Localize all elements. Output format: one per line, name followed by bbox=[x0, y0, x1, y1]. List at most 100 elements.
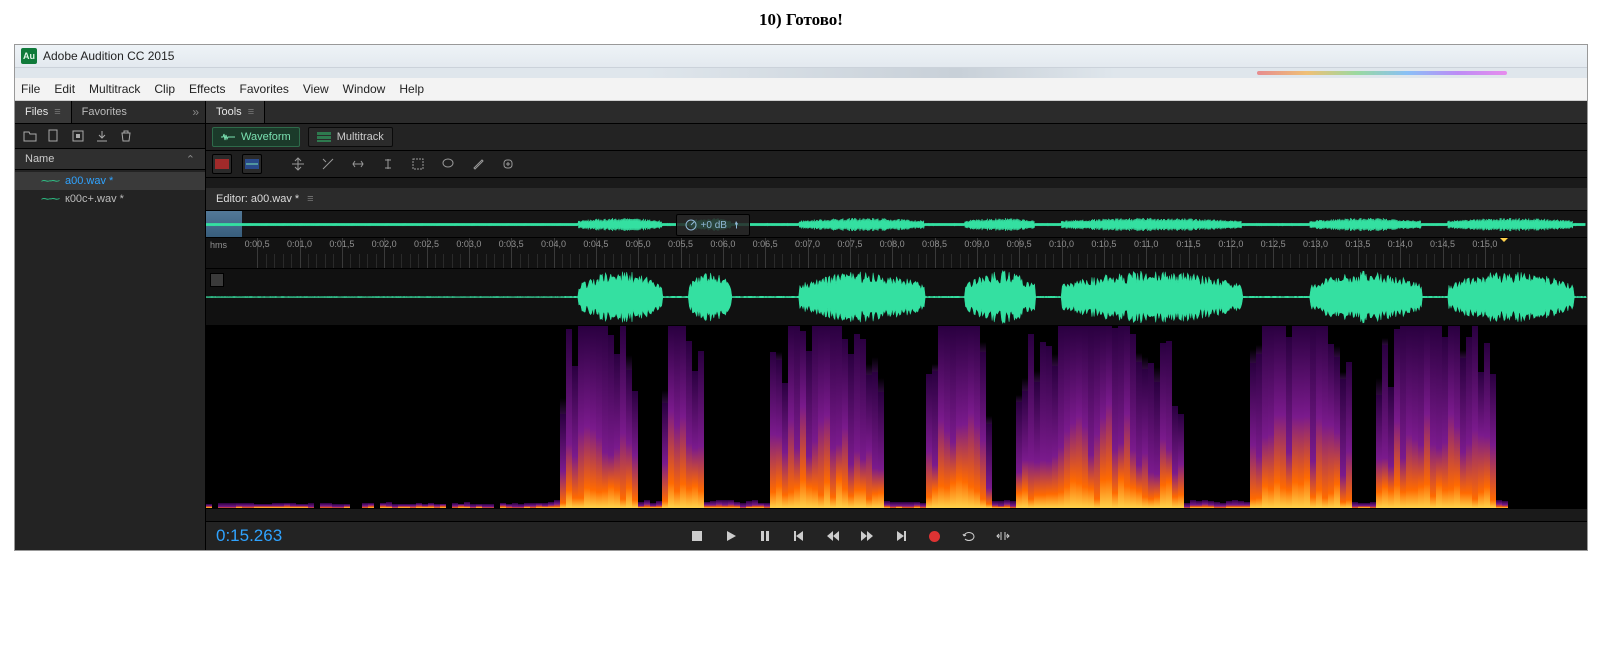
menu-clip[interactable]: Clip bbox=[154, 82, 175, 96]
timeline-tick-label: 0:03,0 bbox=[456, 239, 481, 249]
tab-files-label: Files bbox=[25, 106, 48, 118]
timeline-tick-label: 0:06,0 bbox=[710, 239, 735, 249]
timeline-tick-label: 0:08,0 bbox=[880, 239, 905, 249]
menu-bar: File Edit Multitrack Clip Effects Favori… bbox=[15, 78, 1587, 101]
editing-toolbar bbox=[206, 151, 1587, 178]
lasso-tool-icon[interactable] bbox=[438, 154, 458, 174]
pin-icon[interactable] bbox=[731, 220, 741, 230]
trash-icon[interactable] bbox=[119, 129, 133, 143]
timeline-units-label: hms bbox=[210, 240, 227, 250]
navigator-overview[interactable]: +0 dB bbox=[206, 211, 1587, 238]
spectrogram-display[interactable] bbox=[206, 326, 1587, 509]
tab-favorites-label: Favorites bbox=[82, 106, 127, 118]
waveform-display[interactable] bbox=[206, 269, 1587, 326]
window-titlebar[interactable]: Au Adobe Audition CC 2015 bbox=[15, 45, 1587, 68]
file-list: ⁓⁓ a00.wav * ⁓⁓ к00c+.wav * bbox=[15, 170, 205, 550]
files-panel: Files ≡ Favorites » Name ⌃ bbox=[15, 101, 206, 550]
skip-forward-button[interactable] bbox=[893, 528, 909, 544]
tab-tools[interactable]: Tools ≡ bbox=[206, 101, 265, 123]
menu-help[interactable]: Help bbox=[399, 82, 424, 96]
pitch-display-icon[interactable] bbox=[242, 154, 262, 174]
heal-tool-icon[interactable] bbox=[498, 154, 518, 174]
timeline-tick-label: 0:05,0 bbox=[626, 239, 651, 249]
file-item[interactable]: ⁓⁓ к00c+.wav * bbox=[15, 190, 205, 208]
timecode-display[interactable]: 0:15.263 bbox=[216, 526, 282, 546]
pause-button[interactable] bbox=[757, 528, 773, 544]
waveform-graphic bbox=[206, 269, 1587, 325]
loop-button[interactable] bbox=[961, 528, 977, 544]
timeline-tick-label: 0:00,5 bbox=[245, 239, 270, 249]
stop-button[interactable] bbox=[689, 528, 705, 544]
volume-db-label: +0 dB bbox=[701, 220, 727, 231]
horizontal-scrollbar[interactable] bbox=[206, 509, 1587, 522]
razor-tool-icon[interactable] bbox=[318, 154, 338, 174]
volume-hud[interactable]: +0 dB bbox=[676, 214, 750, 236]
timeline-tick-label: 0:04,5 bbox=[583, 239, 608, 249]
timeline-tick-label: 0:09,5 bbox=[1007, 239, 1032, 249]
new-file-icon[interactable] bbox=[47, 129, 61, 143]
timeline-tick-label: 0:13,5 bbox=[1345, 239, 1370, 249]
timeline-tick-label: 0:05,5 bbox=[668, 239, 693, 249]
timeline-tick-label: 0:07,5 bbox=[837, 239, 862, 249]
timeline-ruler[interactable]: hms 0:00,5 0:01,0 0:01,5 0:02,0 0:02,5 0:03,0… bbox=[206, 238, 1587, 269]
tab-tools-label: Tools bbox=[216, 106, 242, 118]
sort-arrow-icon: ⌃ bbox=[186, 153, 195, 166]
transport-bar: 0:15.263 bbox=[206, 522, 1587, 550]
panel-menu-icon[interactable]: ≡ bbox=[307, 193, 313, 205]
rewind-button[interactable] bbox=[825, 528, 841, 544]
files-toolbar bbox=[15, 124, 205, 149]
timeline-tick-label: 0:04,0 bbox=[541, 239, 566, 249]
skip-back-button[interactable] bbox=[791, 528, 807, 544]
move-tool-icon[interactable] bbox=[288, 154, 308, 174]
slip-tool-icon[interactable] bbox=[348, 154, 368, 174]
timeline-tick-label: 0:15,0 bbox=[1472, 239, 1497, 249]
timeline-tick-label: 0:01,0 bbox=[287, 239, 312, 249]
menu-effects[interactable]: Effects bbox=[189, 82, 225, 96]
page-caption: 10) Готово! bbox=[0, 0, 1602, 44]
timeline-tick-label: 0:02,0 bbox=[372, 239, 397, 249]
brush-tool-icon[interactable] bbox=[468, 154, 488, 174]
record-button[interactable] bbox=[927, 528, 943, 544]
open-file-icon[interactable] bbox=[23, 129, 37, 143]
window-title: Adobe Audition CC 2015 bbox=[43, 49, 174, 63]
import-icon[interactable] bbox=[95, 129, 109, 143]
panel-expand-icon[interactable]: » bbox=[186, 105, 205, 119]
timeline-tick-label: 0:09,0 bbox=[964, 239, 989, 249]
skip-selection-button[interactable] bbox=[995, 528, 1011, 544]
titlebar-decoration bbox=[15, 68, 1587, 78]
app-badge-icon: Au bbox=[21, 48, 37, 64]
timeline-tick-label: 0:12,5 bbox=[1261, 239, 1286, 249]
menu-edit[interactable]: Edit bbox=[54, 82, 75, 96]
files-name-header[interactable]: Name ⌃ bbox=[15, 149, 205, 170]
timeline-tick-label: 0:11,0 bbox=[1134, 239, 1158, 249]
timeline-tick-label: 0:10,5 bbox=[1091, 239, 1116, 249]
menu-favorites[interactable]: Favorites bbox=[240, 82, 289, 96]
overview-waveform bbox=[206, 215, 1586, 234]
panel-menu-icon[interactable]: ≡ bbox=[54, 106, 60, 118]
timeline-tick-label: 0:13,0 bbox=[1303, 239, 1328, 249]
tab-files[interactable]: Files ≡ bbox=[15, 101, 72, 123]
file-item[interactable]: ⁓⁓ a00.wav * bbox=[15, 172, 205, 190]
volume-knob-icon bbox=[685, 219, 697, 231]
time-selection-tool-icon[interactable] bbox=[378, 154, 398, 174]
waveform-icon bbox=[221, 132, 235, 142]
menu-file[interactable]: File bbox=[21, 82, 40, 96]
multitrack-view-button[interactable]: Multitrack bbox=[308, 127, 393, 147]
fast-forward-button[interactable] bbox=[859, 528, 875, 544]
timeline-tick-label: 0:14,5 bbox=[1430, 239, 1455, 249]
play-button[interactable] bbox=[723, 528, 739, 544]
timeline-tick-label: 0:02,5 bbox=[414, 239, 439, 249]
waveform-view-button[interactable]: Waveform bbox=[212, 127, 300, 147]
timeline-tick-label: 0:03,5 bbox=[499, 239, 524, 249]
spectral-display-icon[interactable] bbox=[212, 154, 232, 174]
name-header-label: Name bbox=[25, 153, 54, 165]
menu-multitrack[interactable]: Multitrack bbox=[89, 82, 140, 96]
record-file-icon[interactable] bbox=[71, 129, 85, 143]
panel-menu-icon[interactable]: ≡ bbox=[248, 106, 254, 118]
menu-view[interactable]: View bbox=[303, 82, 329, 96]
menu-window[interactable]: Window bbox=[343, 82, 386, 96]
marquee-tool-icon[interactable] bbox=[408, 154, 428, 174]
file-item-label: к00c+.wav * bbox=[65, 193, 124, 205]
tab-favorites[interactable]: Favorites bbox=[72, 101, 137, 123]
timeline-tick-label: 0:01,5 bbox=[329, 239, 354, 249]
